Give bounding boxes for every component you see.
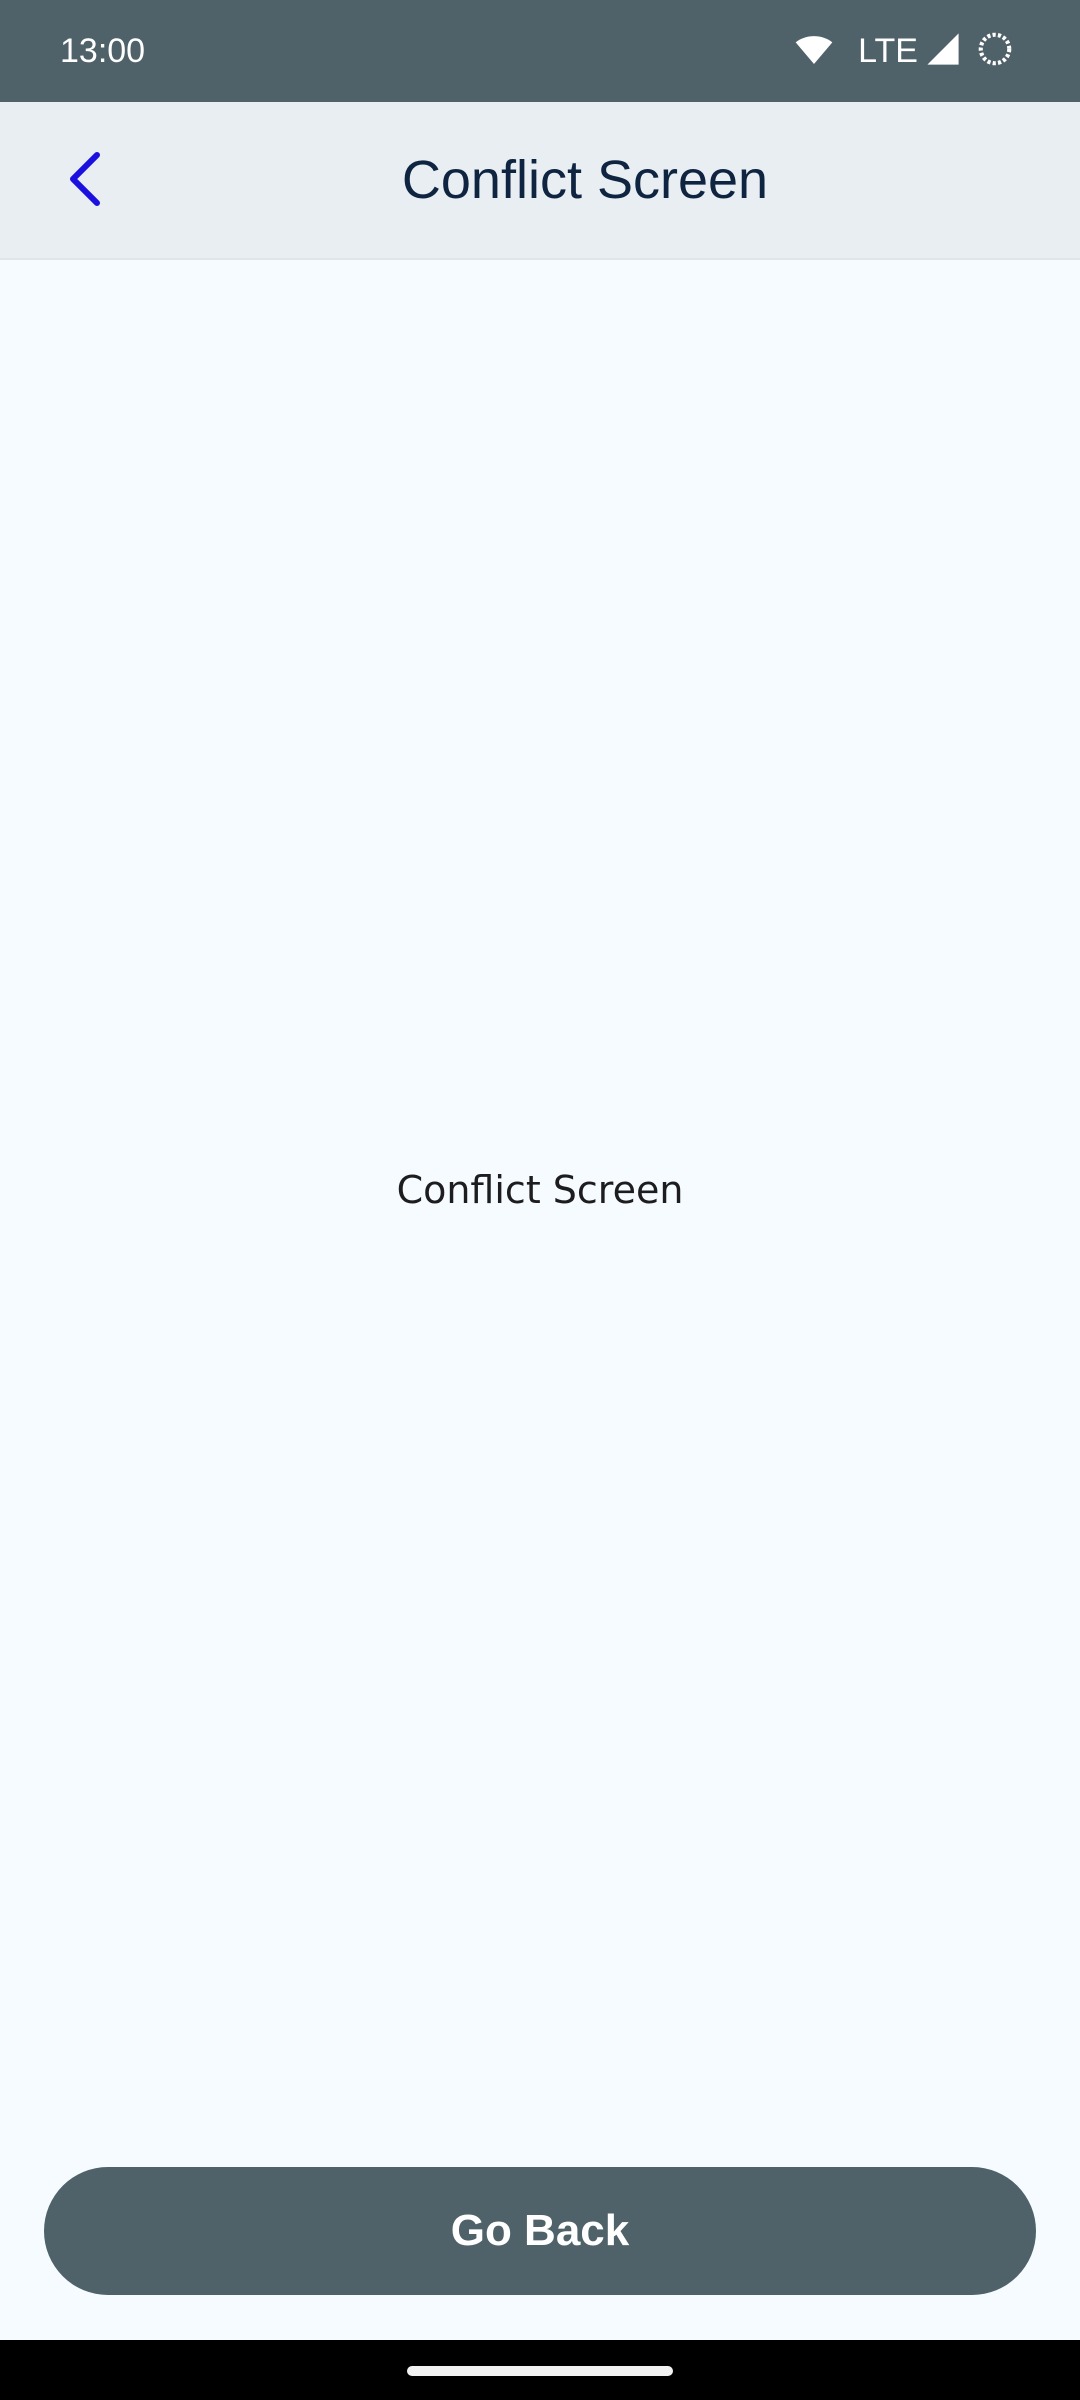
chevron-left-icon (63, 151, 107, 212)
navigation-bar (0, 2340, 1080, 2400)
wifi-icon (794, 29, 858, 74)
status-bar: 13:00 LTE (0, 0, 1080, 102)
home-handle[interactable] (407, 2366, 673, 2376)
go-back-button[interactable]: Go Back (44, 2167, 1036, 2295)
status-icons: LTE (794, 28, 1014, 74)
battery-icon (976, 30, 1014, 73)
screen-label: Conflict Screen (396, 1168, 684, 1212)
back-button[interactable] (40, 132, 130, 230)
app-bar: Conflict Screen (0, 102, 1080, 260)
status-time: 13:00 (60, 32, 146, 70)
signal-icon (926, 32, 976, 71)
page-title: Conflict Screen (401, 150, 769, 210)
network-type-label: LTE (858, 32, 918, 70)
